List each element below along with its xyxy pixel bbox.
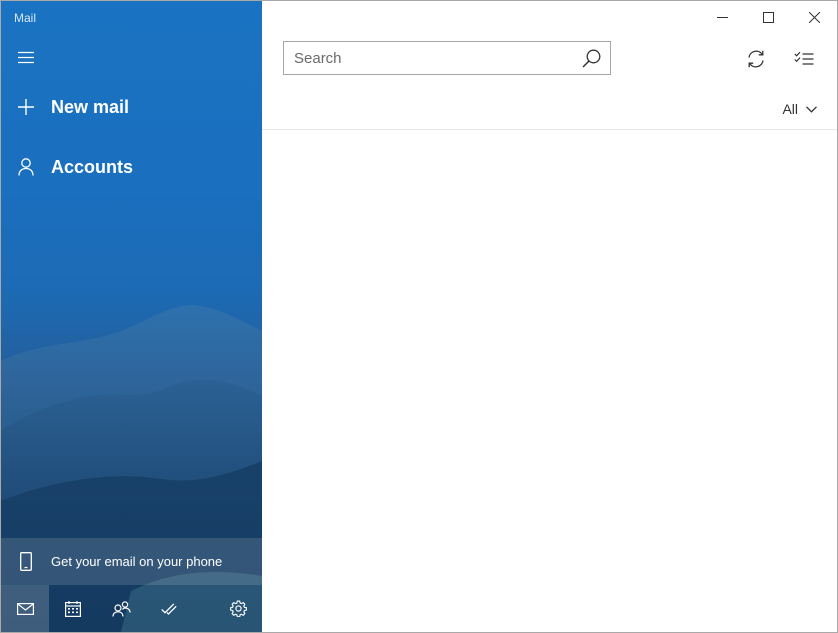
people-icon [111, 600, 131, 617]
calendar-switch-button[interactable] [49, 585, 97, 632]
gear-icon [229, 600, 247, 617]
app-title: Mail [14, 11, 37, 25]
search-icon [581, 49, 601, 68]
phone-icon [1, 552, 51, 571]
search-button[interactable] [578, 46, 604, 70]
minimize-button[interactable] [699, 1, 745, 33]
window-controls [699, 1, 837, 35]
selection-mode-icon [794, 51, 814, 67]
people-switch-button[interactable] [97, 585, 145, 632]
sync-icon [746, 49, 766, 69]
close-button[interactable] [791, 1, 837, 33]
accounts-button[interactable]: Accounts [1, 147, 262, 187]
minimize-icon [716, 16, 728, 18]
sync-button[interactable] [742, 45, 770, 73]
search-box [283, 41, 611, 75]
phone-promo-label: Get your email on your phone [51, 554, 223, 569]
list-divider [262, 129, 837, 130]
settings-button[interactable] [214, 585, 262, 632]
mail-window: Mail New mail Accounts Get your email on… [0, 0, 838, 633]
chevron-down-icon [806, 105, 817, 113]
filter-dropdown[interactable]: All [782, 99, 817, 119]
switcher-spacer [193, 585, 214, 632]
new-mail-button[interactable]: New mail [1, 87, 262, 127]
close-icon [808, 11, 820, 23]
accounts-label: Accounts [51, 156, 134, 177]
message-list-pane: All [262, 1, 837, 632]
mail-icon [16, 602, 34, 615]
hamburger-icon[interactable] [13, 45, 39, 69]
app-switcher-bar [1, 585, 262, 632]
new-mail-label: New mail [51, 96, 130, 117]
selection-mode-button[interactable] [790, 45, 818, 73]
sidebar: Mail New mail Accounts Get your email on… [1, 1, 262, 632]
checkmark-icon [161, 602, 177, 615]
phone-promo-link[interactable]: Get your email on your phone [1, 538, 262, 585]
calendar-icon [65, 600, 81, 617]
todo-switch-button[interactable] [145, 585, 193, 632]
maximize-button[interactable] [745, 1, 791, 33]
mail-switch-button[interactable] [1, 585, 49, 632]
maximize-icon [762, 11, 774, 23]
person-icon [1, 158, 51, 176]
plus-icon [1, 99, 51, 115]
filter-label: All [782, 101, 798, 117]
search-input[interactable] [284, 42, 569, 74]
